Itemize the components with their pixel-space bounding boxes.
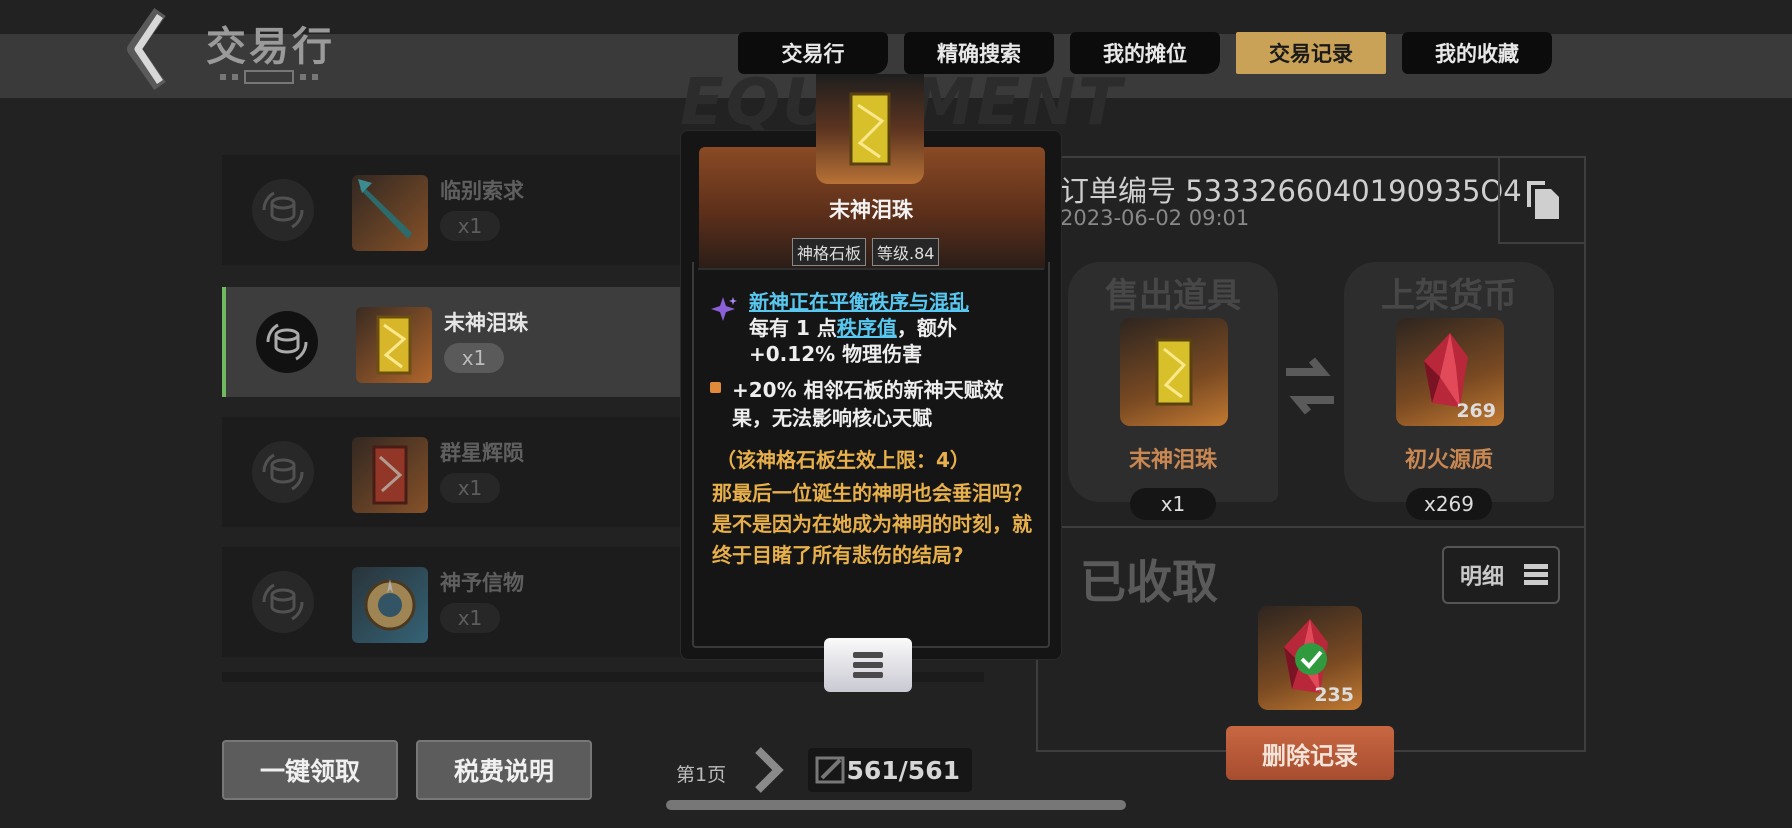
tooltip-effect-line: 果，无法影响核心天赋	[732, 406, 932, 430]
spear-icon	[352, 175, 428, 251]
received-badge: 235	[1314, 684, 1354, 706]
copy-button[interactable]	[1498, 156, 1586, 244]
gold-tablet-icon	[1120, 318, 1228, 426]
claim-all-button[interactable]: 一键领取	[222, 740, 398, 800]
tooltip-separator	[698, 268, 1044, 270]
record-qty: x1	[440, 473, 500, 503]
tab-my-stall[interactable]: 我的摊位	[1070, 32, 1220, 74]
next-page-button[interactable]	[752, 744, 786, 796]
back-button[interactable]	[120, 6, 192, 92]
tooltip-set-line: +0.12% 物理伤害	[749, 342, 923, 366]
listing-currency-header: 上架货币	[1381, 276, 1517, 316]
menu-icon	[853, 652, 883, 678]
tooltip-effect-line: +20% 相邻石板的新神天赋效	[732, 378, 1004, 402]
currency-cycle-icon	[252, 179, 314, 241]
tooltip-tag: 等级.84	[872, 238, 940, 266]
currency-badge: 269	[1456, 400, 1496, 422]
menu-icon	[1524, 564, 1548, 585]
sold-item-qty: x1	[1130, 488, 1216, 520]
home-indicator	[666, 800, 1126, 810]
tooltip-set-title[interactable]: 新神正在平衡秩序与混乱	[749, 286, 969, 315]
order-number: 订单编号 5333266040190935O4	[1060, 174, 1522, 208]
gold-tablet-icon	[816, 74, 924, 184]
emblem-icon	[352, 567, 428, 643]
order-value-link[interactable]: 秩序值	[837, 316, 897, 340]
chevron-left-icon	[127, 7, 166, 91]
tab-trade-records[interactable]: 交易记录	[1236, 32, 1386, 74]
tooltip-item-name: 末神泪珠	[829, 198, 913, 222]
currency-cycle-icon	[252, 441, 314, 503]
tab-market[interactable]: 交易行	[738, 32, 888, 74]
swap-arrows-icon	[1286, 357, 1334, 415]
tooltip-set-line: 每有 1 点秩序值，额外	[749, 316, 957, 340]
listing-currency-card: 上架货币 269 初火源质 x269	[1344, 262, 1554, 520]
received-label: 已收取	[1080, 555, 1218, 609]
tab-bar: 交易行 精确搜索 我的摊位 交易记录 我的收藏	[738, 32, 1552, 74]
tab-precise-search[interactable]: 精确搜索	[904, 32, 1054, 74]
detail-button-label: 明细	[1460, 565, 1505, 590]
page-title: 交易行	[206, 24, 335, 70]
order-date: 2023-06-02 09:01	[1060, 206, 1250, 230]
record-name: 临别索求	[440, 179, 524, 203]
received-currency-item[interactable]: 235	[1258, 606, 1362, 710]
sold-item-card: 售出道具 末神泪珠 x1	[1068, 262, 1278, 520]
currency-cycle-icon	[252, 571, 314, 633]
tooltip-tag: 神格石板	[792, 238, 867, 266]
gold-tablet-icon	[356, 307, 432, 383]
record-qty: x1	[440, 603, 500, 633]
record-name: 末神泪珠	[444, 311, 528, 335]
record-qty: x1	[440, 211, 500, 241]
chevron-right-icon	[755, 747, 784, 793]
sparkle-icon	[711, 297, 737, 321]
bullet-icon	[710, 382, 721, 393]
detail-button[interactable]: 明细	[1442, 546, 1560, 604]
delete-record-button[interactable]: 删除记录	[1226, 726, 1394, 780]
sold-item-header: 售出道具	[1105, 276, 1241, 316]
copy-icon	[1527, 181, 1559, 219]
tooltip-more-button[interactable]	[824, 638, 912, 692]
tab-my-favorites[interactable]: 我的收藏	[1402, 32, 1552, 74]
tooltip-limit: （该神格石板生效上限：4）	[716, 448, 970, 472]
record-qty: x1	[444, 343, 504, 373]
sold-item-name: 末神泪珠	[1128, 448, 1217, 473]
tooltip-tags: 神格石板 等级.84	[792, 238, 940, 266]
listing-currency-name: 初火源质	[1404, 448, 1493, 473]
page-label: 第1页	[676, 764, 727, 786]
tax-info-button[interactable]: 税费说明	[416, 740, 592, 800]
red-crystal-icon: 269	[1396, 318, 1504, 426]
record-name: 神予信物	[440, 571, 524, 595]
check-icon	[1295, 643, 1327, 675]
currency-cycle-icon	[256, 311, 318, 373]
title-decoration	[220, 70, 344, 84]
section-divider	[1036, 526, 1586, 528]
red-tablet-icon	[352, 437, 428, 513]
edit-icon	[814, 754, 850, 786]
record-name: 群星辉陨	[440, 441, 524, 465]
listing-currency-qty: x269	[1406, 488, 1492, 520]
tooltip-flavor-text: 那最后一位诞生的神明也会垂泪吗？是不是因为在她成为神明的时刻，就终于目睹了所有悲…	[712, 481, 1032, 567]
